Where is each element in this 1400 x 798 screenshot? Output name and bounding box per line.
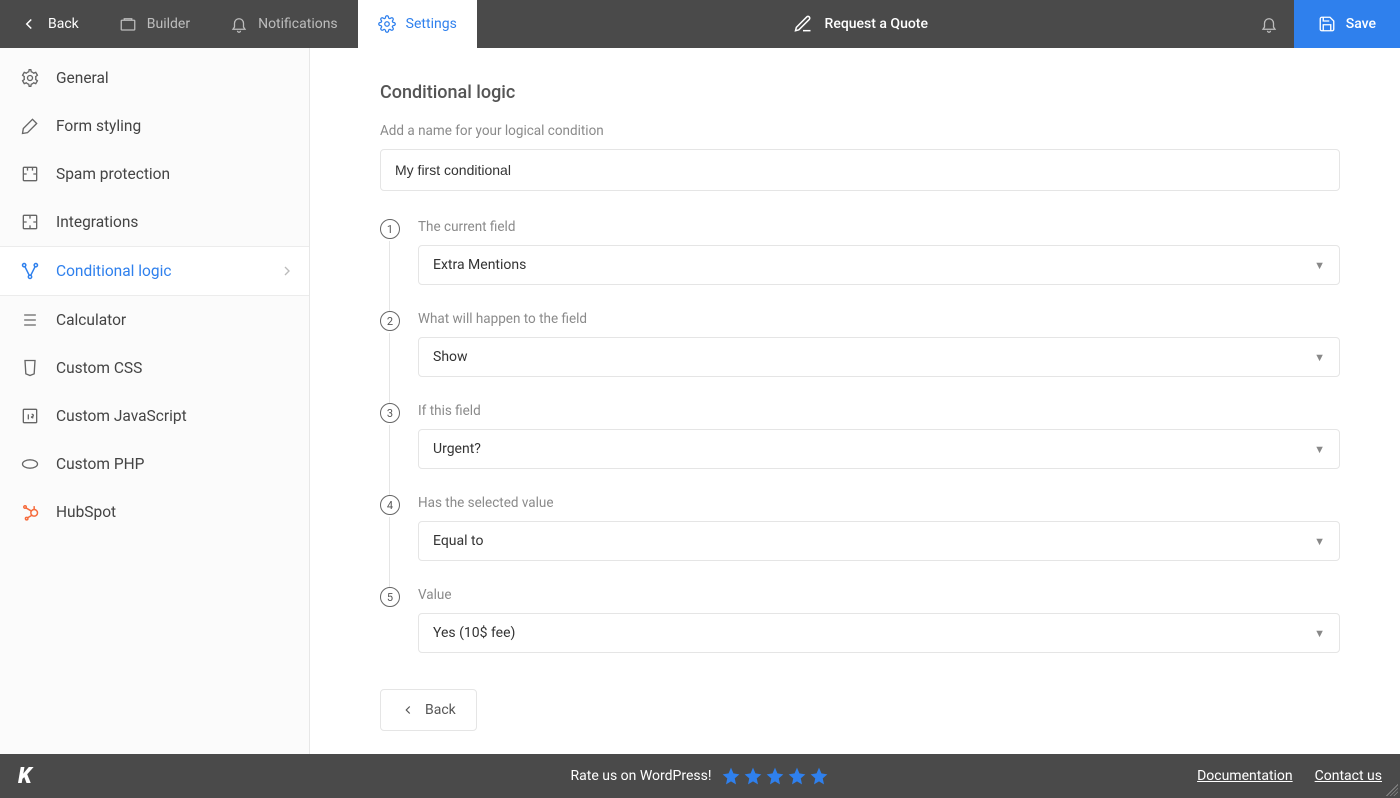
sidebar-item-custom-css[interactable]: Custom CSS [0,344,309,392]
builder-label: Builder [147,16,190,32]
sidebar-item-label: Form styling [56,117,141,135]
save-label: Save [1346,16,1376,32]
condition-name-input[interactable] [380,149,1340,191]
chevron-down-icon: ▼ [1314,443,1325,456]
section-title: Conditional logic [380,82,1340,103]
back-button[interactable]: Back [0,0,99,48]
tab-notifications[interactable]: Notifications [210,0,358,48]
sidebar-item-custom-javascript[interactable]: Custom JavaScript [0,392,309,440]
sidebar-item-label: General [56,69,109,87]
sidebar-item-label: Custom JavaScript [56,407,187,425]
sidebar-item-label: Spam protection [56,165,170,183]
css-icon [20,358,40,378]
documentation-link[interactable]: Documentation [1197,768,1293,784]
back-label: Back [425,702,456,718]
sidebar-item-label: Custom PHP [56,455,144,473]
main-panel: Conditional logic Add a name for your lo… [310,48,1400,754]
topbar-bell[interactable] [1244,0,1294,48]
select-value: Yes (10$ fee) [433,625,515,641]
select-value: Extra Mentions [433,257,526,273]
php-icon [20,454,40,474]
chevron-down-icon: ▼ [1314,535,1325,548]
chevron-down-icon: ▼ [1314,351,1325,364]
edit-icon [793,14,813,34]
star-icon [743,766,763,786]
notifications-label: Notifications [258,16,338,32]
page-title: Request a Quote [825,16,928,32]
star-icon [787,766,807,786]
chevron-left-icon [20,15,38,33]
sidebar-item-form-styling[interactable]: Form styling [0,102,309,150]
sidebar-item-label: Custom CSS [56,359,142,377]
chevron-right-icon [279,263,295,279]
sidebar-item-label: HubSpot [56,503,116,521]
sidebar-item-spam-protection[interactable]: Spam protection [0,150,309,198]
sidebar-item-general[interactable]: General [0,54,309,102]
chevron-down-icon: ▼ [1314,627,1325,640]
builder-icon [119,15,137,33]
step-number: 4 [380,495,400,515]
gear-icon [20,68,40,88]
js-icon [20,406,40,426]
chevron-down-icon: ▼ [1314,259,1325,272]
sidebar-item-label: Integrations [56,213,138,231]
name-field-label: Add a name for your logical condition [380,123,1340,139]
chevron-left-icon [401,703,415,717]
contact-link[interactable]: Contact us [1315,768,1382,784]
brand-logo: K [18,764,32,789]
bell-icon [230,15,248,33]
logic-icon [20,261,40,281]
select-value: Show [433,349,468,365]
step-number: 3 [380,403,400,423]
sidebar-item-calculator[interactable]: Calculator [0,296,309,344]
step-label: The current field [418,219,1340,235]
tab-settings[interactable]: Settings [358,0,477,48]
sidebar-item-label: Conditional logic [56,262,171,280]
step-label: Value [418,587,1340,603]
sidebar-item-custom-php[interactable]: Custom PHP [0,440,309,488]
sidebar-item-label: Calculator [56,311,126,329]
select-value: Urgent? [433,441,481,457]
settings-sidebar: General Form styling Spam protection Int… [0,48,310,754]
if-field-select[interactable]: Urgent? ▼ [418,429,1340,469]
star-icon [809,766,829,786]
save-icon [1318,15,1336,33]
select-value: Equal to [433,533,483,549]
step-label: What will happen to the field [418,311,1340,327]
rate-text: Rate us on WordPress! [571,768,712,784]
step-label: If this field [418,403,1340,419]
settings-label: Settings [406,16,457,32]
resize-grip-icon[interactable] [1386,784,1398,796]
step-number: 5 [380,587,400,607]
bell-icon [1260,15,1278,33]
gear-icon [378,15,396,33]
back-button[interactable]: Back [380,689,477,731]
action-select[interactable]: Show ▼ [418,337,1340,377]
hubspot-icon [20,502,40,522]
tab-builder[interactable]: Builder [99,0,210,48]
footer-bar: K Rate us on WordPress! Documentation Co… [0,754,1400,798]
operator-select[interactable]: Equal to ▼ [418,521,1340,561]
step-number: 1 [380,219,400,239]
rating-stars[interactable] [721,766,829,786]
back-label: Back [48,16,79,32]
step-number: 2 [380,311,400,331]
calculator-icon [20,310,40,330]
sidebar-item-conditional-logic[interactable]: Conditional logic [0,246,309,296]
step-label: Has the selected value [418,495,1340,511]
puzzle-icon [20,164,40,184]
star-icon [765,766,785,786]
value-select[interactable]: Yes (10$ fee) ▼ [418,613,1340,653]
sidebar-item-hubspot[interactable]: HubSpot [0,488,309,536]
current-field-select[interactable]: Extra Mentions ▼ [418,245,1340,285]
save-button[interactable]: Save [1294,0,1400,48]
puzzle-icon [20,212,40,232]
brush-icon [20,116,40,136]
sidebar-item-integrations[interactable]: Integrations [0,198,309,246]
page-title-bar: Request a Quote [477,0,1244,48]
star-icon [721,766,741,786]
